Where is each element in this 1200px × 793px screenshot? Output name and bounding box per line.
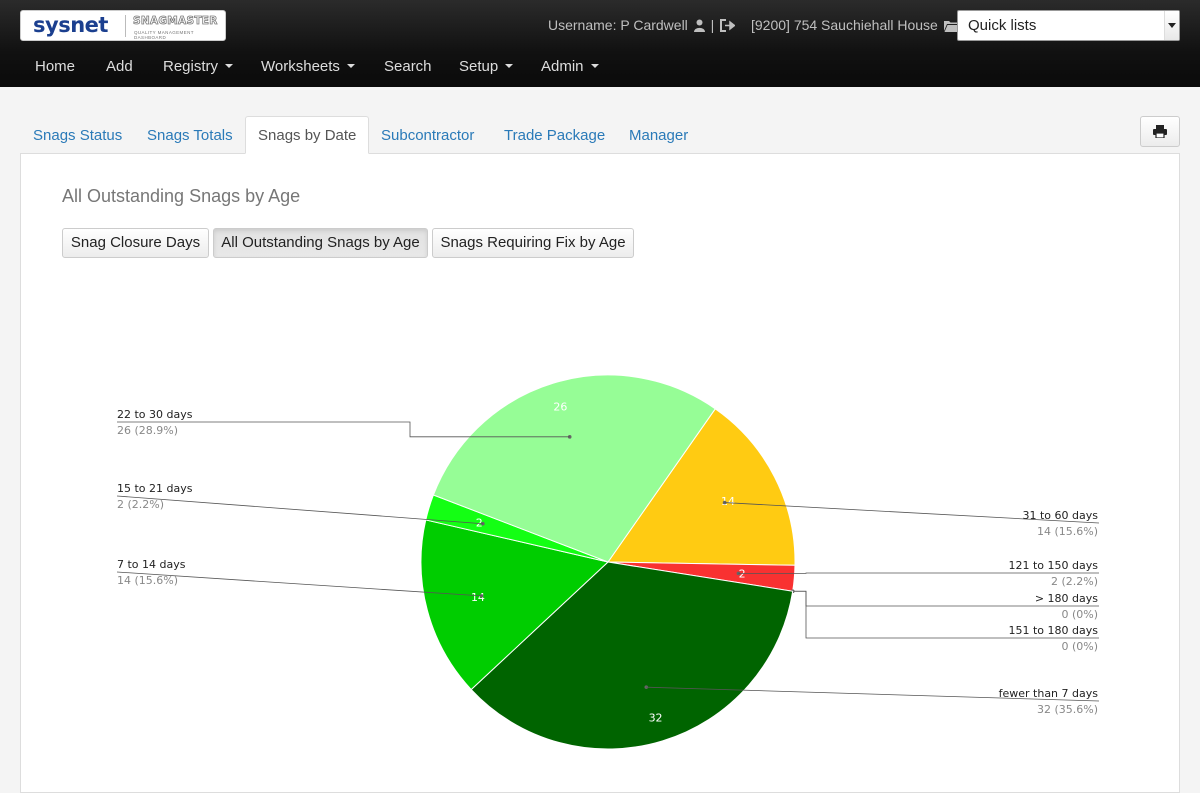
legend-value-22-to-30-days: 26 (28.9%) — [117, 424, 178, 437]
legend-name-7-to-14-days: 7 to 14 days — [117, 558, 186, 571]
legend-name-180-days: > 180 days — [1035, 592, 1098, 605]
slice-value-fewer-than-7-days: 32 — [649, 712, 663, 725]
age-pie-chart: 1431 to 60 days14 (15.6%)2121 to 150 day… — [0, 0, 1200, 778]
legend-value-fewer-than-7-days: 32 (35.6%) — [1037, 703, 1098, 716]
legend-name-121-to-150-days: 121 to 150 days — [1009, 559, 1099, 572]
tab-snags-by-date[interactable]: Snags by Date — [245, 116, 369, 154]
legend-value-31-to-60-days: 14 (15.6%) — [1037, 525, 1098, 538]
legend-value-7-to-14-days: 14 (15.6%) — [117, 574, 178, 587]
legend-name-15-to-21-days: 15 to 21 days — [117, 482, 193, 495]
legend-name-31-to-60-days: 31 to 60 days — [1023, 509, 1099, 522]
legend-name-22-to-30-days: 22 to 30 days — [117, 408, 193, 421]
legend-value-151-to-180-days: 0 (0%) — [1061, 640, 1098, 653]
legend-value-121-to-150-days: 2 (2.2%) — [1051, 575, 1098, 588]
legend-value-15-to-21-days: 2 (2.2%) — [117, 498, 164, 511]
legend-name-fewer-than-7-days: fewer than 7 days — [999, 687, 1099, 700]
legend-value-180-days: 0 (0%) — [1061, 608, 1098, 621]
slice-value-22-to-30-days: 26 — [553, 400, 567, 413]
slice-value-7-to-14-days: 14 — [471, 591, 485, 604]
legend-name-151-to-180-days: 151 to 180 days — [1009, 624, 1099, 637]
slice-value-31-to-60-days: 14 — [721, 495, 735, 508]
